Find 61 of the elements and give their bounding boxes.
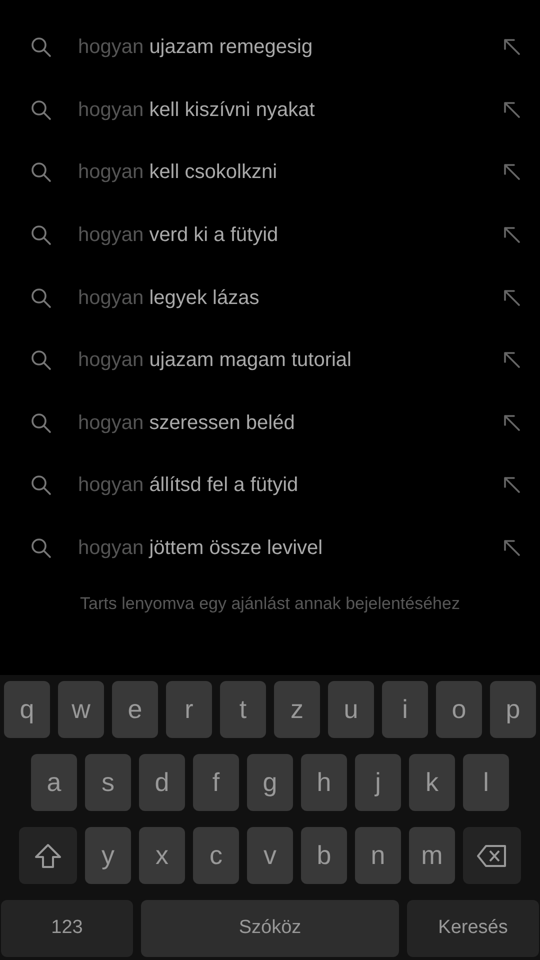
b-key[interactable]: b <box>301 827 347 884</box>
fill-in-arrow-button[interactable] <box>502 350 522 370</box>
fill-in-arrow-button[interactable] <box>502 37 522 58</box>
hint-text: Tarts lenyomva egy ajánlást annak bejelentéséhez <box>79 593 461 616</box>
v-key[interactable]: v <box>247 827 293 884</box>
z-key[interactable]: z <box>274 681 320 738</box>
search-icon <box>30 286 52 309</box>
o-key[interactable]: o <box>436 681 482 738</box>
f-key[interactable]: f <box>193 754 239 811</box>
search-icon <box>30 537 52 560</box>
search-icon <box>30 98 52 121</box>
suggestion-link[interactable]: hogyan állítsd fel a fütyid <box>78 470 298 500</box>
fill-in-arrow-button[interactable] <box>502 225 522 246</box>
l-key[interactable]: l <box>463 754 509 811</box>
search-icon <box>30 224 52 246</box>
fill-in-arrow-button[interactable] <box>502 288 522 308</box>
x-key[interactable]: x <box>139 827 185 884</box>
suggestion-link[interactable]: hogyan ujazam remegesig <box>78 32 313 62</box>
search-icon <box>30 412 52 434</box>
w-key[interactable]: w <box>58 681 104 738</box>
suggestion-link[interactable]: hogyan verd ki a fütyid <box>78 220 278 250</box>
search-key[interactable]: Keresés <box>407 900 539 957</box>
n-key[interactable]: n <box>355 827 401 884</box>
t-key[interactable]: t <box>220 681 266 738</box>
fill-in-arrow-button[interactable] <box>502 475 522 496</box>
h-key[interactable]: h <box>301 754 347 811</box>
m-key[interactable]: m <box>409 827 455 884</box>
suggestion-link[interactable]: hogyan kell kiszívni nyakat <box>78 94 315 125</box>
fill-in-arrow-button[interactable] <box>502 100 522 120</box>
fill-in-arrow-button[interactable] <box>502 162 522 182</box>
backspace-key[interactable] <box>463 827 521 884</box>
fill-in-arrow-button[interactable] <box>502 538 522 558</box>
u-key[interactable]: u <box>328 681 374 738</box>
suggestion-link[interactable]: hogyan ujazam magam tutorial <box>78 345 352 376</box>
fill-in-arrow-button[interactable] <box>502 412 522 433</box>
search-icon <box>30 349 52 372</box>
k-key[interactable]: k <box>409 754 455 811</box>
i-key[interactable]: i <box>382 681 428 738</box>
suggestion-link[interactable]: hogyan kell csokolkzni <box>78 157 278 188</box>
space-key[interactable]: Szóköz <box>141 900 399 957</box>
suggestion-link[interactable]: hogyan jöttem össze levivel <box>78 533 323 564</box>
q-key[interactable]: q <box>4 681 50 738</box>
search-icon <box>30 36 52 58</box>
d-key[interactable]: d <box>139 754 185 811</box>
search-icon <box>30 161 52 184</box>
j-key[interactable]: j <box>355 754 401 811</box>
y-key[interactable]: y <box>85 827 131 884</box>
s-key[interactable]: s <box>85 754 131 811</box>
shift-icon <box>34 842 62 868</box>
search-icon <box>30 474 52 496</box>
numbers-key[interactable]: 123 <box>1 900 133 957</box>
e-key[interactable]: e <box>112 681 158 738</box>
shift-key[interactable] <box>19 827 77 884</box>
backspace-icon <box>477 844 507 868</box>
p-key[interactable]: p <box>490 681 536 738</box>
suggestion-link[interactable]: hogyan legyek lázas <box>78 282 260 313</box>
a-key[interactable]: a <box>31 754 77 811</box>
r-key[interactable]: r <box>166 681 212 738</box>
g-key[interactable]: g <box>247 754 293 811</box>
c-key[interactable]: c <box>193 827 239 884</box>
suggestion-link[interactable]: hogyan szeressen beléd <box>78 408 295 438</box>
